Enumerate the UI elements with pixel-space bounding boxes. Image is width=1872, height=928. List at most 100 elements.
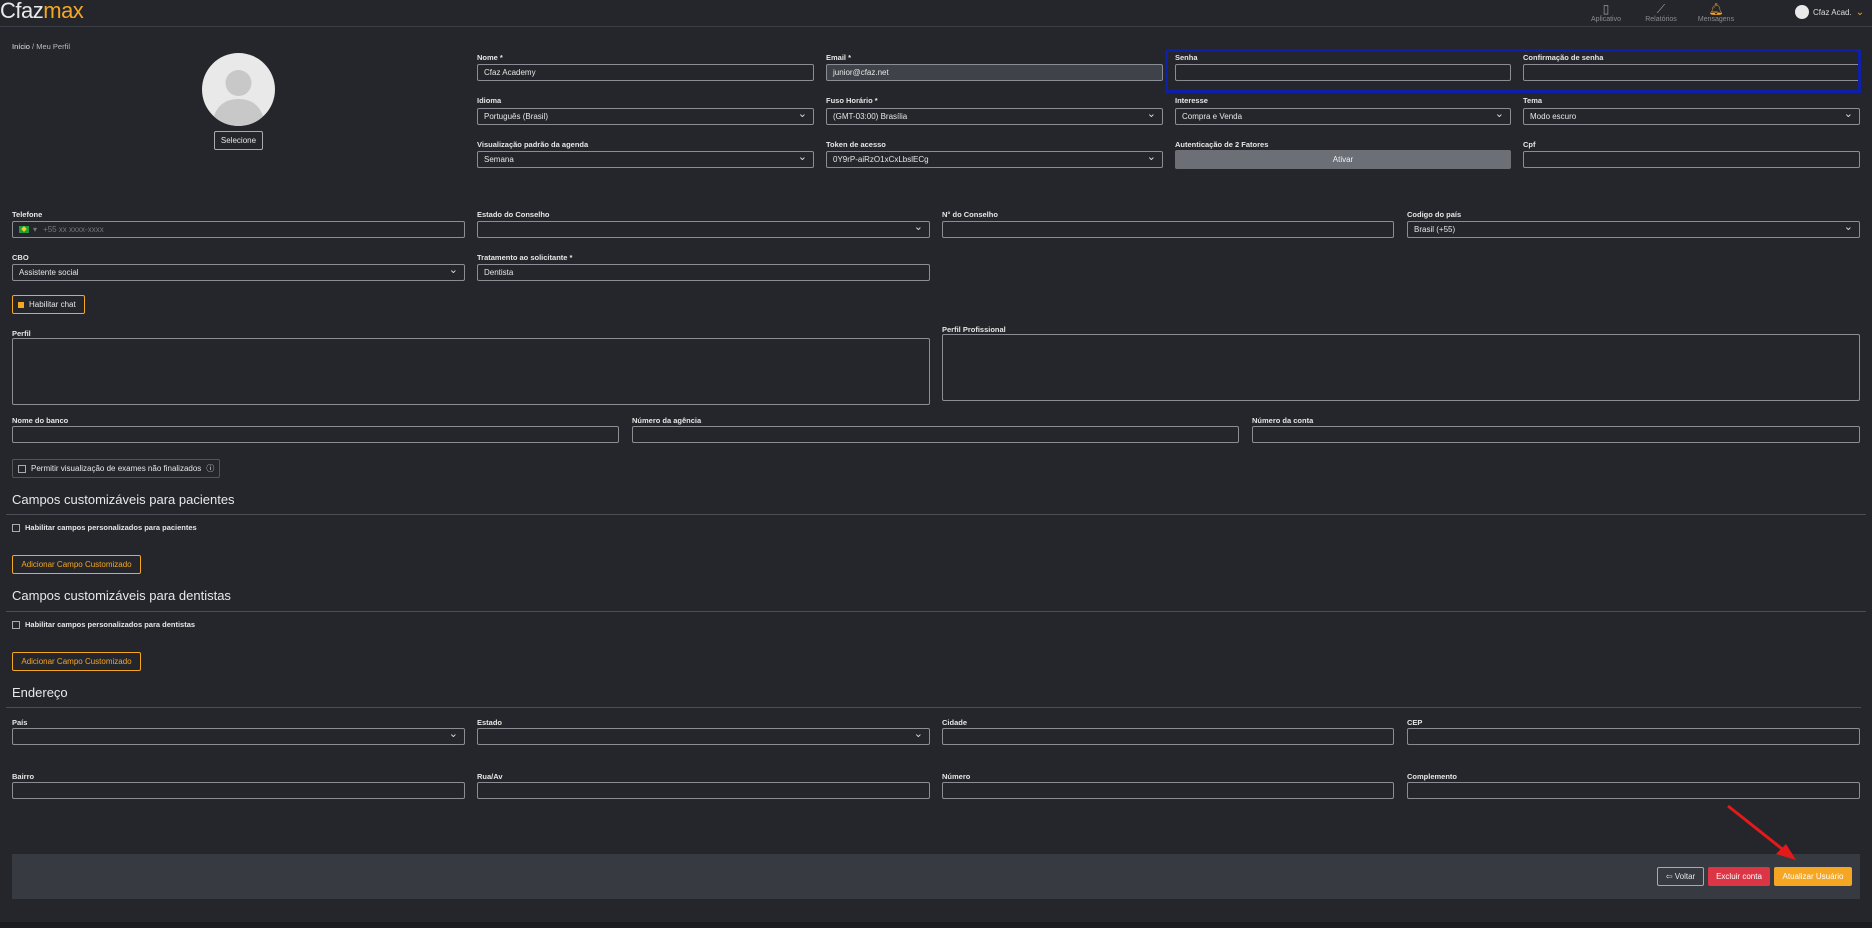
add-custom-field-dentistas-button[interactable]: Adicionar Campo Customizado: [12, 652, 141, 671]
permitir-exames-label: Permitir visualização de exames não fina…: [31, 464, 202, 473]
token-label: Token de acesso: [826, 140, 886, 149]
cpf-label: Cpf: [1523, 140, 1536, 149]
user-menu[interactable]: Cfaz Acad. ⌄: [1795, 5, 1864, 19]
breadcrumb-current: Meu Perfil: [36, 42, 70, 51]
perfil-profissional-label: Perfil Profissional: [942, 325, 1006, 334]
tema-select[interactable]: Modo escuro: [1523, 107, 1860, 125]
agencia-label: Número da agência: [632, 416, 702, 425]
checkbox-icon: [18, 464, 26, 473]
password-highlight-box: [1165, 49, 1861, 93]
perfil-textarea[interactable]: [12, 338, 930, 405]
fuso-select[interactable]: (GMT-03:00) Brasília: [826, 107, 1163, 125]
tema-label: Tema: [1523, 96, 1543, 105]
section-title-pacientes: Campos customizáveis para pacientes: [12, 492, 235, 507]
perfil-profissional-textarea[interactable]: [942, 334, 1860, 401]
breadcrumb-separator: /: [32, 42, 35, 51]
bairro-label: Bairro: [12, 772, 35, 781]
pais-label: País: [12, 718, 28, 727]
nav-relatorios[interactable]: ⟋ Relatórios: [1631, 2, 1691, 23]
cidade-label: Cidade: [942, 718, 968, 727]
pais-select[interactable]: [12, 727, 465, 745]
estado-conselho-select[interactable]: [477, 220, 930, 238]
habilitar-dentistas-checkbox[interactable]: Habilitar campos personalizados para den…: [12, 620, 195, 629]
visualizacao-label: Visualização padrão da agenda: [477, 140, 589, 149]
checkbox-icon: [12, 523, 20, 532]
cbo-select[interactable]: Assistente social: [12, 263, 465, 281]
conta-input[interactable]: [1252, 426, 1860, 443]
complemento-input[interactable]: [1407, 782, 1860, 799]
habilitar-dentistas-label: Habilitar campos personalizados para den…: [25, 620, 196, 629]
select-photo-button[interactable]: Selecione: [214, 131, 263, 150]
user-name: Cfaz Acad.: [1813, 7, 1852, 17]
chevron-down-icon: ▾: [33, 225, 38, 234]
banco-input[interactable]: [12, 426, 619, 443]
cpf-input[interactable]: [1523, 151, 1860, 168]
telefone-input[interactable]: ▾ +55 xx xxxx-xxxx: [12, 221, 465, 238]
perfil-label: Perfil: [12, 329, 31, 338]
chart-icon: ⟋: [1656, 2, 1666, 16]
checkbox-icon: [12, 620, 20, 629]
numero-input[interactable]: [942, 782, 1394, 799]
cbo-label: CBO: [12, 253, 29, 262]
user-avatar: [1795, 5, 1809, 19]
rua-input[interactable]: [477, 782, 930, 799]
tratamento-input[interactable]: Dentista: [477, 264, 930, 281]
estado-label: Estado: [477, 718, 503, 727]
estado-conselho-label: Estado do Conselho: [477, 210, 550, 219]
atualizar-usuario-button[interactable]: Atualizar Usuário: [1774, 867, 1852, 886]
bairro-input[interactable]: [12, 782, 465, 799]
add-custom-field-pacientes-button[interactable]: Adicionar Campo Customizado: [12, 555, 141, 574]
app-logo[interactable]: Cfazmax: [0, 0, 84, 24]
voltar-button[interactable]: ⇦ Voltar: [1657, 867, 1704, 886]
habilitar-pacientes-checkbox[interactable]: Habilitar campos personalizados para pac…: [12, 523, 197, 532]
bell-icon: 🔔︎: [1708, 2, 1724, 16]
nav-aplicativo-label: Aplicativo: [1591, 16, 1621, 23]
cep-label: CEP: [1407, 718, 1423, 727]
interesse-select[interactable]: Compra e Venda: [1175, 107, 1511, 125]
ativar-2fa-button[interactable]: Ativar: [1175, 150, 1511, 169]
brazil-flag-icon: [19, 226, 29, 233]
permitir-exames-toggle[interactable]: Permitir visualização de exames não fina…: [12, 459, 221, 478]
agencia-input[interactable]: [632, 426, 1239, 443]
form-footer: [12, 854, 1860, 899]
breadcrumb: Início / Meu Perfil: [12, 42, 70, 51]
nav-mensagens[interactable]: 🔔︎ Mensagens: [1686, 2, 1746, 23]
profile-avatar: [202, 53, 275, 126]
section-title-endereco: Endereço: [12, 685, 68, 700]
visualizacao-select[interactable]: Semana: [477, 150, 814, 168]
fuso-label: Fuso Horário *: [826, 96, 878, 105]
numero-label: Número: [942, 772, 971, 781]
interesse-label: Interesse: [1175, 96, 1208, 105]
idioma-label: Idioma: [477, 96, 502, 105]
habilitar-chat-button[interactable]: Habilitar chat: [12, 295, 85, 314]
token-select[interactable]: 0Y9rP-aiRzO1xCxLbslECg: [826, 150, 1163, 168]
habilitar-chat-label: Habilitar chat: [29, 300, 76, 309]
conta-label: Número da conta: [1252, 416, 1314, 425]
user-silhouette-icon: [212, 70, 265, 126]
excluir-conta-button[interactable]: Excluir conta: [1708, 867, 1770, 886]
n-conselho-input[interactable]: [942, 221, 1394, 238]
cep-input[interactable]: [1407, 728, 1860, 745]
idioma-select[interactable]: Português (Brasil): [477, 107, 814, 125]
nav-aplicativo[interactable]: ▯ Aplicativo: [1576, 2, 1636, 23]
rua-label: Rua/Av: [477, 772, 503, 781]
nav-mensagens-label: Mensagens: [1697, 16, 1735, 23]
email-label: Email *: [826, 53, 852, 62]
estado-select[interactable]: [477, 727, 930, 745]
topbar-divider: [0, 26, 1872, 27]
breadcrumb-home[interactable]: Início: [12, 42, 30, 51]
habilitar-pacientes-label: Habilitar campos personalizados para pac…: [25, 523, 197, 532]
section-divider: [6, 707, 1861, 708]
nome-label: Nome *: [477, 53, 503, 62]
logo-text-primary: Cfaz: [0, 0, 44, 23]
codigo-pais-select[interactable]: Brasil (+55): [1407, 220, 1860, 238]
annotation-arrow-icon: [1727, 804, 1796, 860]
nome-input[interactable]: Cfaz Academy: [477, 64, 814, 81]
checkbox-icon: [18, 301, 24, 308]
nav-relatorios-label: Relatórios: [1645, 16, 1677, 23]
bottom-strip: [0, 922, 1872, 928]
section-divider: [6, 514, 1866, 515]
cidade-input[interactable]: [942, 728, 1394, 745]
logo-text-accent: max: [43, 0, 84, 23]
phone-icon: ▯: [1602, 2, 1610, 16]
